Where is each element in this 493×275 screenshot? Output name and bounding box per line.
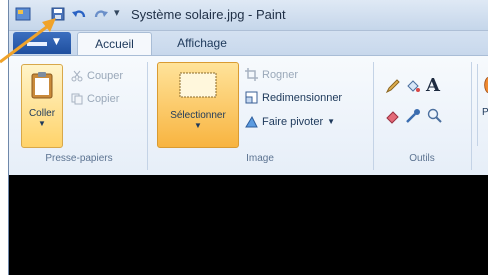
selection-rect-icon [179, 72, 217, 98]
redimensionner-label: Redimensionner [262, 91, 343, 104]
group-divider [471, 62, 472, 170]
group-label-image: Image [246, 153, 274, 164]
selectionner-label: Sélectionner [170, 110, 226, 121]
coller-label: Coller [28, 108, 56, 119]
rogner-label: Rogner [262, 68, 299, 81]
ribbon-tab-row: ▼ Accueil Affichage [9, 31, 488, 56]
shapes-button-partial[interactable]: Pi [477, 64, 488, 146]
chevron-down-icon: ▼ [327, 117, 336, 126]
fill-bucket-icon[interactable] [405, 78, 421, 94]
group-divider [147, 62, 148, 170]
faire-pivoter-label: Faire pivoter [262, 115, 324, 128]
drawing-canvas[interactable] [9, 175, 488, 275]
couper-button[interactable]: Couper [71, 70, 123, 82]
tab-accueil[interactable]: Accueil [77, 32, 152, 56]
title-bar: ▾ Système solaire.jpg - Paint [9, 0, 488, 31]
group-label-outils: Outils [409, 153, 435, 164]
redimensionner-button[interactable]: Redimensionner [245, 91, 342, 104]
tab-affichage[interactable]: Affichage [163, 32, 241, 55]
paint-window: ▾ Système solaire.jpg - Paint ▼ Accueil … [8, 0, 488, 275]
resize-icon [245, 91, 258, 104]
shapes-label-partial: Pi [482, 107, 488, 118]
copy-icon [71, 93, 83, 105]
redo-icon[interactable] [93, 6, 109, 22]
faire-pivoter-button[interactable]: Faire pivoter ▼ [245, 115, 335, 128]
rotate-icon [245, 115, 258, 128]
magnifier-icon[interactable] [427, 108, 443, 124]
customize-qat-icon[interactable]: ▾ [114, 6, 120, 19]
pencil-icon[interactable] [385, 78, 401, 94]
rogner-button[interactable]: Rogner [245, 68, 298, 81]
group-label-presse-papiers: Presse-papiers [45, 153, 113, 164]
chevron-down-icon: ▼ [38, 119, 46, 128]
window-title: Système solaire.jpg - Paint [131, 7, 286, 22]
undo-icon[interactable] [71, 6, 87, 22]
text-tool-icon[interactable]: A [426, 75, 440, 96]
eraser-icon[interactable] [385, 108, 401, 124]
group-divider [373, 62, 374, 170]
brush-icon [484, 76, 488, 94]
copier-label: Copier [87, 93, 120, 105]
copier-button[interactable]: Copier [71, 93, 119, 105]
annotation-arrow [0, 18, 56, 64]
chevron-down-icon: ▼ [194, 121, 202, 130]
selectionner-button[interactable]: Sélectionner ▼ [157, 62, 239, 148]
ribbon-home: Coller ▼ Couper Copier Presse-papiers Sé… [9, 55, 488, 176]
scissors-icon [71, 70, 83, 82]
crop-icon [245, 68, 258, 81]
color-picker-icon[interactable] [405, 108, 421, 124]
couper-label: Couper [87, 70, 124, 82]
